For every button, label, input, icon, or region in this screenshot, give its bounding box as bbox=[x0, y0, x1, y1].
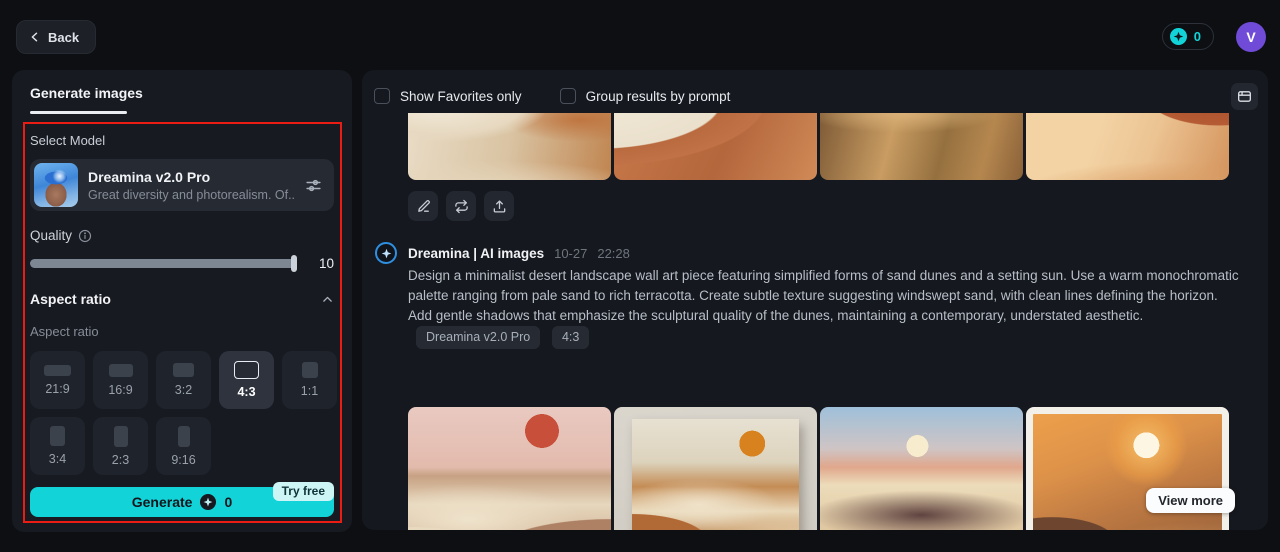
ratio-label: 1:1 bbox=[300, 384, 319, 398]
model-description: Great diversity and photorealism. Of... bbox=[88, 187, 295, 202]
show-favorites-checkbox[interactable] bbox=[374, 88, 390, 104]
generated-image-7[interactable] bbox=[820, 407, 1023, 530]
post-author: Dreamina | AI images bbox=[408, 245, 545, 261]
pencil-icon bbox=[417, 199, 430, 212]
group-results-label[interactable]: Group results by prompt bbox=[586, 89, 731, 104]
dreamina-logo-icon bbox=[375, 242, 397, 264]
user-avatar[interactable]: V bbox=[1236, 22, 1266, 52]
generated-image-8[interactable]: View more bbox=[1026, 407, 1235, 530]
tab-generate-images[interactable]: Generate images bbox=[30, 85, 143, 111]
generated-image-2[interactable] bbox=[614, 113, 817, 180]
aspect-ratio-section-header[interactable]: Aspect ratio bbox=[30, 291, 334, 307]
ratio-shape-icon bbox=[301, 362, 318, 378]
post-time: 22:28 bbox=[597, 245, 630, 261]
prompt-ratio-badge[interactable]: 4:3 bbox=[551, 326, 590, 349]
edit-button[interactable] bbox=[408, 191, 438, 221]
generation-sidebar: Generate images Select Model Dreamina v2… bbox=[12, 70, 352, 532]
sidebar-tabs: Generate images bbox=[12, 70, 352, 114]
regenerate-button[interactable] bbox=[446, 191, 476, 221]
group-results-checkbox[interactable] bbox=[559, 88, 576, 104]
quality-label: Quality bbox=[30, 228, 73, 243]
select-model-label: Select Model bbox=[30, 133, 106, 148]
top-bar: Back 0 V bbox=[0, 0, 1280, 70]
image-row-current: View more bbox=[408, 407, 1235, 530]
aspect-option-3-4[interactable]: 3:4 bbox=[30, 417, 85, 475]
generate-cost: 0 bbox=[224, 494, 233, 510]
try-free-badge: Try free bbox=[272, 482, 334, 501]
upload-icon bbox=[493, 199, 505, 212]
quality-slider[interactable] bbox=[30, 255, 297, 272]
avatar-initial: V bbox=[1246, 29, 1256, 45]
info-circle-icon[interactable] bbox=[78, 229, 92, 243]
aspect-ratio-grid: 21:9 16:9 3:2 4:3 1:1 3:4 2:3 9:16 bbox=[30, 351, 342, 475]
aspect-ratio-sublabel: Aspect ratio bbox=[30, 324, 99, 339]
aspect-option-1-1[interactable]: 1:1 bbox=[282, 351, 337, 409]
model-card[interactable]: Dreamina v2.0 Pro Great diversity and ph… bbox=[30, 159, 334, 211]
model-thumbnail bbox=[34, 163, 78, 207]
ratio-shape-icon bbox=[44, 364, 71, 376]
ratio-shape-icon bbox=[113, 425, 128, 447]
aspect-option-3-2[interactable]: 3:2 bbox=[156, 351, 211, 409]
generate-label: Generate bbox=[131, 494, 193, 510]
aspect-option-4-3-selected[interactable]: 4:3 bbox=[219, 351, 274, 409]
prompt-text: Design a minimalist desert landscape wal… bbox=[408, 268, 1239, 323]
repeat-icon bbox=[454, 199, 468, 213]
tab-active-underline bbox=[30, 111, 127, 114]
results-feed: Dreamina | AI images 10-27 22:28 Design … bbox=[362, 113, 1268, 530]
gallery-folder-icon bbox=[1238, 90, 1251, 102]
chevron-up-icon bbox=[321, 293, 334, 306]
results-filter-row: Show Favorites only Group results by pro… bbox=[374, 82, 1258, 110]
post-date: 10-27 bbox=[554, 245, 588, 261]
ratio-shape-icon bbox=[234, 361, 259, 379]
ratio-label: 2:3 bbox=[111, 452, 130, 467]
post-header: Dreamina | AI images 10-27 22:28 bbox=[375, 242, 630, 264]
aspect-ratio-title: Aspect ratio bbox=[30, 291, 111, 307]
quality-value: 10 bbox=[318, 256, 334, 271]
ratio-label: 9:16 bbox=[171, 452, 196, 467]
model-meta: Dreamina v2.0 Pro Great diversity and ph… bbox=[88, 169, 295, 202]
chevron-left-icon bbox=[31, 32, 38, 42]
generated-image-3[interactable] bbox=[820, 113, 1023, 180]
ratio-label: 3:2 bbox=[174, 383, 193, 397]
view-more-button[interactable]: View more bbox=[1146, 488, 1235, 513]
credit-coin-icon bbox=[200, 494, 217, 510]
prompt-model-badge[interactable]: Dreamina v2.0 Pro bbox=[416, 326, 541, 349]
credit-coin-icon bbox=[1169, 28, 1187, 45]
gallery-folder-button[interactable] bbox=[1231, 82, 1258, 110]
results-panel: Show Favorites only Group results by pro… bbox=[362, 70, 1268, 530]
ratio-shape-icon bbox=[177, 425, 190, 447]
image-row-previous bbox=[408, 113, 1229, 180]
aspect-option-21-9[interactable]: 21:9 bbox=[30, 351, 85, 409]
show-favorites-label[interactable]: Show Favorites only bbox=[400, 89, 522, 104]
back-button[interactable]: Back bbox=[16, 20, 97, 54]
back-label: Back bbox=[48, 29, 80, 45]
generated-image-5[interactable] bbox=[408, 407, 611, 530]
prompt-block: Design a minimalist desert landscape wal… bbox=[408, 266, 1244, 349]
result-actions-previous bbox=[408, 191, 514, 221]
generated-image-6[interactable] bbox=[614, 407, 817, 530]
ratio-shape-icon bbox=[108, 363, 133, 377]
generated-image-4[interactable] bbox=[1026, 113, 1229, 180]
ratio-label: 21:9 bbox=[45, 381, 70, 396]
sliders-icon[interactable] bbox=[305, 177, 322, 194]
ratio-label: 3:4 bbox=[48, 452, 67, 466]
ratio-shape-icon bbox=[173, 363, 194, 377]
ratio-shape-icon bbox=[50, 426, 65, 446]
quality-slider-handle[interactable] bbox=[291, 255, 297, 272]
generated-image-1[interactable] bbox=[408, 113, 611, 180]
ratio-label: 16:9 bbox=[108, 382, 133, 397]
aspect-option-9-16[interactable]: 9:16 bbox=[156, 417, 211, 475]
credits-count: 0 bbox=[1193, 29, 1201, 44]
aspect-option-16-9[interactable]: 16:9 bbox=[93, 351, 148, 409]
credits-pill[interactable]: 0 bbox=[1161, 23, 1214, 50]
share-button[interactable] bbox=[484, 191, 514, 221]
aspect-option-2-3[interactable]: 2:3 bbox=[93, 417, 148, 475]
ratio-label: 4:3 bbox=[237, 385, 256, 399]
model-name: Dreamina v2.0 Pro bbox=[88, 168, 211, 185]
